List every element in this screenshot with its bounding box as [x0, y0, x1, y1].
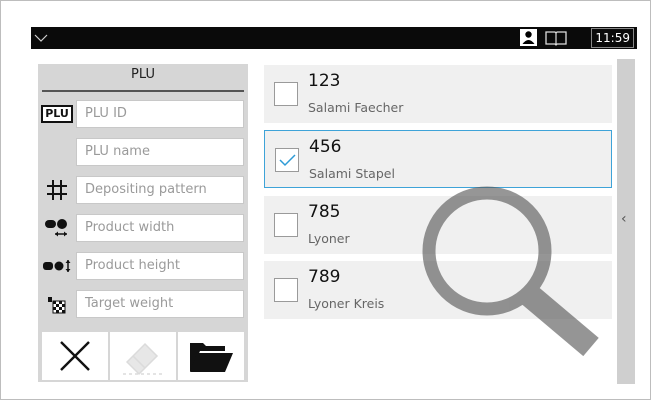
plu-filter-panel: PLU PLU PLU ID PLU name Depositing patte… [38, 64, 248, 382]
target-weight-icon [40, 292, 74, 316]
clock-time: 11:59 [591, 28, 634, 48]
list-item[interactable]: 456 Salami Stapel [264, 130, 612, 188]
product-height-field[interactable]: Product height [76, 252, 244, 280]
folder-icon [190, 343, 233, 372]
title-divider [42, 90, 244, 92]
target-weight-field[interactable]: Target weight [76, 290, 244, 318]
list-item[interactable]: 789 Lyoner Kreis [264, 261, 612, 319]
checkbox[interactable] [275, 148, 299, 172]
plu-number: 123 [308, 71, 341, 91]
panel-title: PLU [131, 67, 155, 82]
product-width-icon [40, 216, 74, 240]
grid-hash-icon [40, 178, 74, 202]
plu-name: Salami Stapel [309, 166, 395, 181]
open-folder-button[interactable] [178, 332, 244, 380]
book-icon[interactable] [545, 30, 567, 46]
list-item[interactable]: 123 Salami Faecher [264, 65, 612, 123]
chevron-down-icon[interactable] [33, 29, 49, 47]
product-height-icon [40, 254, 74, 278]
plu-badge-label: PLU [41, 105, 73, 123]
app-frame: 11:59 PLU PLU PLU ID PLU name Depositing… [0, 0, 651, 400]
plu-name: Lyoner Kreis [308, 296, 385, 311]
checkbox[interactable] [274, 82, 298, 106]
close-icon [60, 341, 90, 371]
side-panel-handle[interactable]: ‹ [617, 59, 635, 384]
plu-name: Lyoner [308, 231, 350, 246]
eraser-button[interactable] [110, 332, 176, 380]
check-icon [279, 154, 296, 167]
plu-number: 789 [308, 267, 341, 287]
plu-name-row: PLU name [38, 138, 248, 166]
product-width-row: Product width [38, 214, 248, 242]
plu-number: 785 [308, 202, 341, 222]
action-buttons [38, 332, 248, 380]
chevron-left-icon: ‹ [621, 211, 627, 227]
list-item[interactable]: 785 Lyoner [264, 196, 612, 254]
depositing-pattern-row: Depositing pattern [38, 176, 248, 204]
product-width-field[interactable]: Product width [76, 214, 244, 242]
eraser-icon [123, 342, 163, 376]
plu-id-field[interactable]: PLU ID [76, 100, 244, 128]
checkbox[interactable] [274, 213, 298, 237]
depositing-pattern-field[interactable]: Depositing pattern [76, 176, 244, 204]
clear-button[interactable] [42, 332, 108, 380]
target-weight-row: Target weight [38, 290, 248, 318]
product-height-row: Product height [38, 252, 248, 280]
checkbox[interactable] [274, 278, 298, 302]
status-bar: 11:59 [31, 27, 637, 49]
plu-name-field[interactable]: PLU name [76, 138, 244, 166]
plu-name: Salami Faecher [308, 100, 404, 115]
user-icon[interactable] [520, 29, 537, 46]
plu-number: 456 [309, 137, 342, 157]
plu-badge-icon: PLU [40, 102, 74, 126]
plu-id-row: PLU PLU ID [38, 100, 248, 128]
